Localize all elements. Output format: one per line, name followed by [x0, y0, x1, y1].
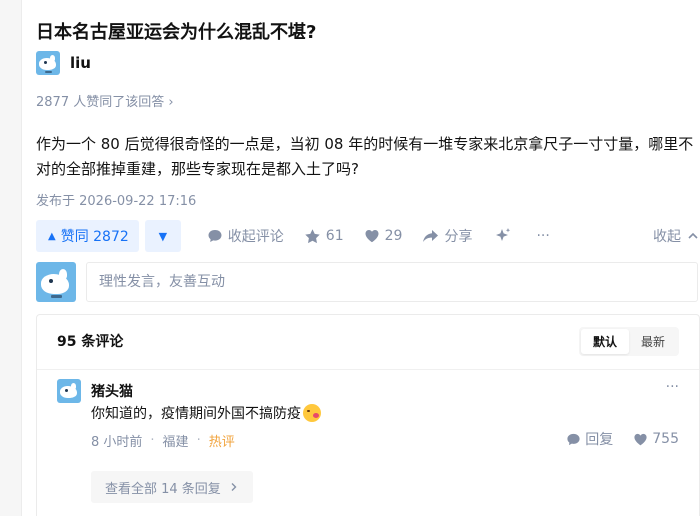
sort-default-tab[interactable]: 默认 [580, 328, 629, 354]
share-icon [423, 230, 439, 242]
collapse-comments-label: 收起评论 [227, 229, 284, 245]
downvote-button[interactable]: ▼ [144, 220, 181, 252]
favorite-count: 61 [325, 228, 344, 244]
view-all-replies-label: 查看全部 14 条回复 [105, 481, 221, 497]
heart-icon [365, 230, 379, 243]
publish-time: 发布于 2026-09-22 17:16 [36, 194, 197, 209]
sort-toggle: 默认 最新 [578, 326, 679, 356]
share-label: 分享 [444, 229, 473, 245]
commenter-name[interactable]: 猪头猫 [91, 381, 133, 401]
reply-row [36, 262, 700, 302]
collapse-answer-label: 收起 [653, 229, 681, 245]
share-button[interactable]: 分享 [422, 226, 472, 246]
reply-icon [567, 433, 580, 445]
comment-location: 福建 [162, 435, 189, 450]
comment-body: 你知道的，疫情期间外国不搞防疫 [91, 406, 301, 422]
answer-content: 作为一个 80 后觉得很奇怪的一点是，当初 08 年的时候有一堆专家来北京拿尺子… [36, 135, 694, 178]
answer-card: 日本名古屋亚运会为什么混乱不堪? liu 2877 人赞同了该回答 › 作为一个… [36, 0, 700, 516]
kiss-emoji-icon [303, 404, 321, 422]
action-bar: ▲ 赞同 2872 ▼ 收起评论 61 29 分享 ··· 收起 [36, 220, 700, 252]
comment-meta: 8 小时前 · 福建 · 热评 [91, 431, 235, 450]
comment-like-button[interactable]: 755 [633, 431, 679, 447]
separator-dot: · [150, 433, 155, 448]
upvote-label: 赞同 2872 [60, 229, 129, 245]
chevron-right-icon [231, 483, 237, 491]
comment-actions: 回复 755 [566, 429, 679, 449]
author-row: liu [36, 51, 91, 75]
commenter-avatar[interactable] [57, 379, 81, 403]
author-avatar[interactable] [36, 51, 60, 75]
favorite-button[interactable]: 61 [304, 228, 344, 245]
reply-button[interactable]: 回复 [566, 429, 613, 449]
divider [37, 369, 699, 370]
likes-summary[interactable]: 2877 人赞同了该回答 › [36, 91, 174, 110]
comment-item: 猪头猫 ··· 你知道的，疫情期间外国不搞防疫 8 小时前 · 福建 · 热评 … [57, 379, 679, 516]
collapse-answer-button[interactable]: 收起 [653, 226, 700, 246]
ai-summary-button[interactable] [494, 227, 512, 245]
like-button[interactable]: 29 [364, 228, 403, 244]
chevron-up-icon [688, 232, 698, 239]
comments-panel: 95 条评论 默认 最新 猪头猫 ··· 你知道的，疫情期间外国不搞防疫 8 小… [36, 314, 700, 516]
comment-icon [208, 230, 222, 242]
comments-header: 95 条评论 默认 最新 [57, 326, 679, 356]
reply-label: 回复 [585, 432, 614, 448]
comment-count: 95 条评论 [57, 334, 124, 350]
current-user-avatar[interactable] [36, 262, 76, 302]
collapse-comments-button[interactable]: 收起评论 [207, 226, 284, 246]
sparkle-icon [496, 228, 511, 241]
question-title[interactable]: 日本名古屋亚运会为什么混乱不堪? [36, 18, 316, 44]
more-icon[interactable]: ··· [536, 228, 549, 244]
left-gutter [0, 0, 22, 516]
heart-icon [634, 433, 647, 445]
hot-comment-tag: 热评 [208, 435, 235, 450]
author-name[interactable]: liu [70, 54, 91, 72]
view-all-replies-button[interactable]: 查看全部 14 条回复 [91, 471, 253, 503]
downvote-arrow-icon: ▼ [158, 229, 168, 243]
separator-dot: · [196, 433, 201, 448]
like-count: 29 [384, 228, 403, 244]
comment-more-icon[interactable]: ··· [666, 379, 679, 395]
upvote-arrow-icon: ▲ [48, 230, 56, 242]
comment-time: 8 小时前 [91, 435, 143, 450]
star-icon [305, 228, 320, 243]
comment-like-count: 755 [652, 431, 679, 447]
upvote-button[interactable]: ▲ 赞同 2872 [36, 220, 139, 252]
comment-input[interactable] [86, 262, 698, 302]
comment-text: 你知道的，疫情期间外国不搞防疫 [91, 403, 321, 423]
sort-latest-tab[interactable]: 最新 [629, 329, 677, 354]
